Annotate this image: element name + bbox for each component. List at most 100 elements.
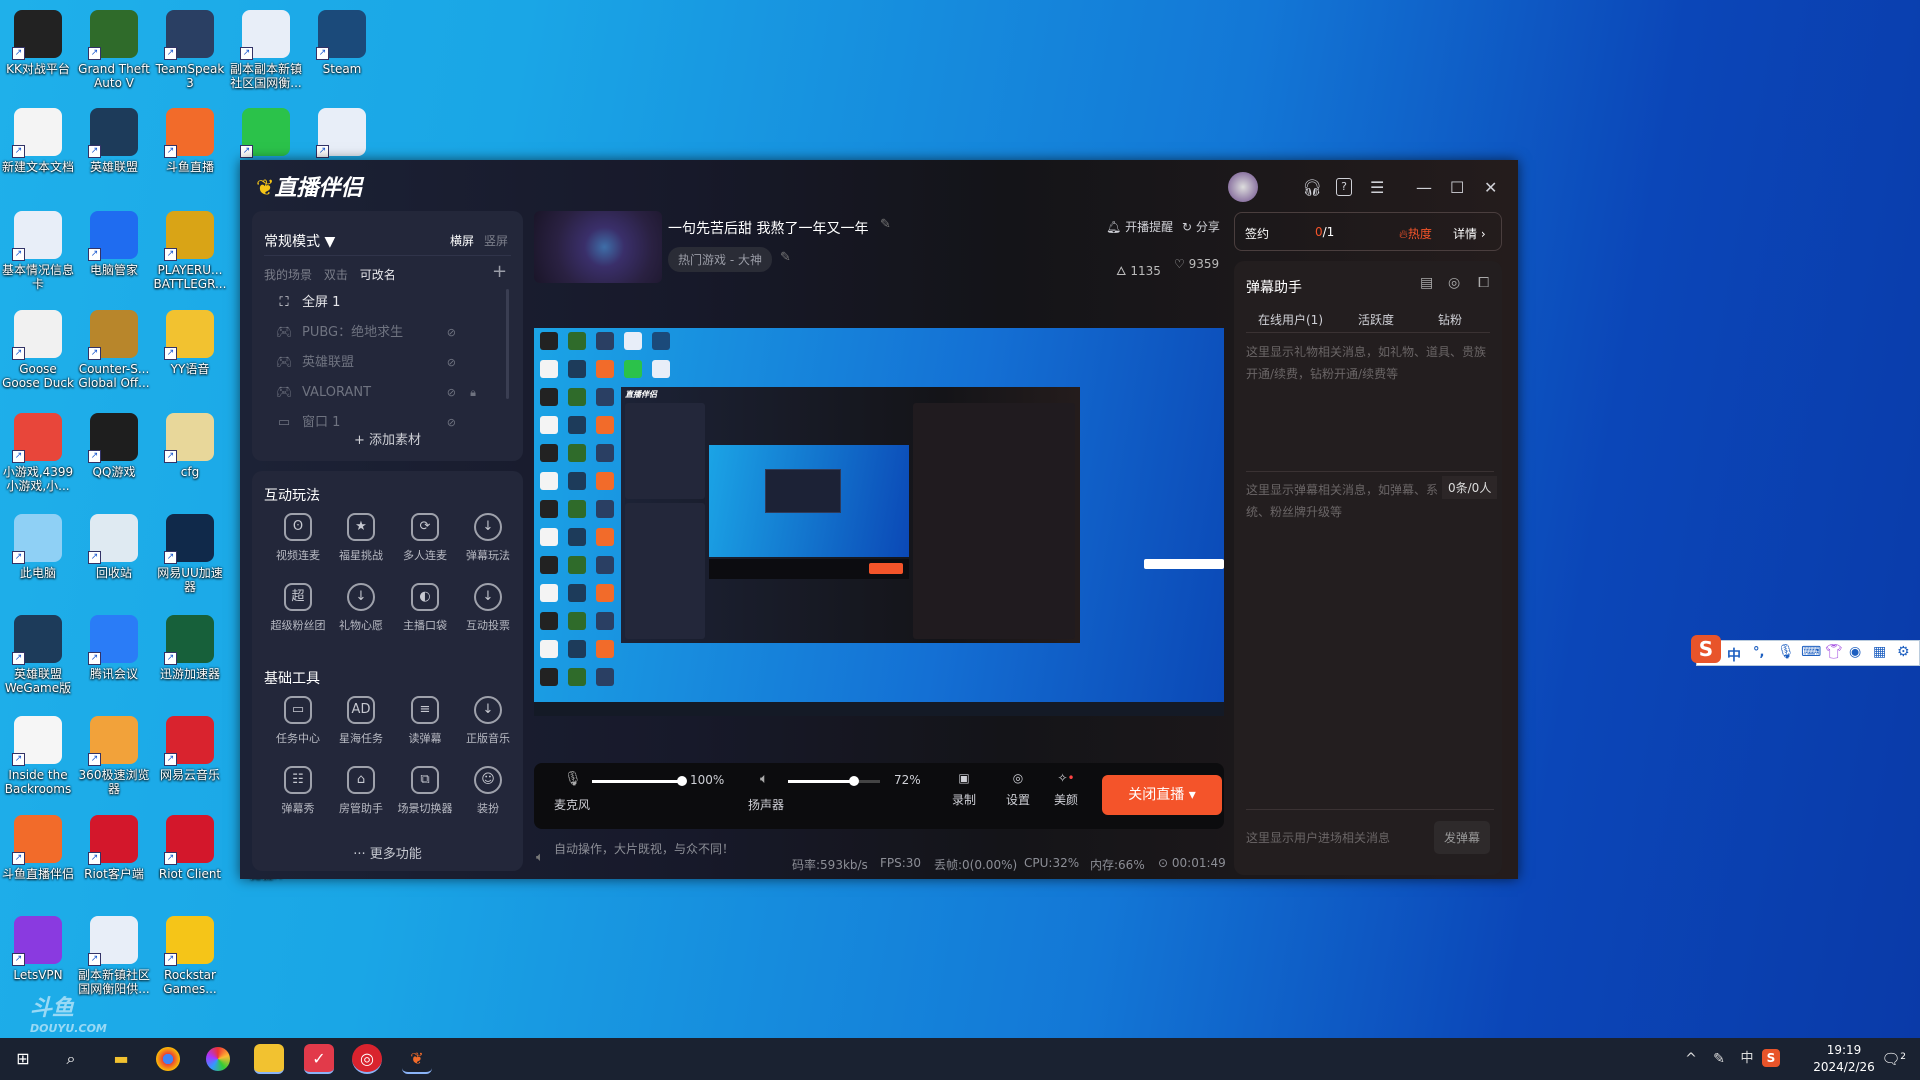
tool-sticker[interactable]: ☺ 装扮 bbox=[456, 766, 520, 816]
desktop-icon[interactable]: ↗ Steam bbox=[304, 10, 380, 76]
desktop-icon[interactable]: ↗ cfg bbox=[152, 413, 228, 479]
portrait-toggle[interactable]: 竖屏 bbox=[484, 232, 508, 249]
speaker-volume-slider[interactable] bbox=[788, 776, 880, 786]
list-icon[interactable]: ▤ bbox=[1420, 275, 1433, 291]
tool-task[interactable]: ▭ 任务中心 bbox=[266, 696, 330, 746]
share-button[interactable]: ↻ 分享 bbox=[1182, 218, 1220, 235]
desktop-icon[interactable]: ↗ bbox=[228, 108, 304, 160]
notification-center[interactable]: 🗨︎ 2 bbox=[1876, 1044, 1906, 1074]
tab-online-users[interactable]: 在线用户(1) bbox=[1258, 311, 1323, 328]
desktop-icon[interactable]: ↗ Inside the Backrooms bbox=[0, 716, 76, 796]
edit-title-icon[interactable]: ✎ bbox=[880, 217, 891, 232]
tool-switch[interactable]: ⧉ 场景切换器 bbox=[393, 766, 457, 816]
sogou-logo-icon[interactable]: S bbox=[1691, 635, 1721, 663]
tool-multi-mic[interactable]: ⟳ 多人连麦 bbox=[393, 513, 457, 563]
apps-icon[interactable]: ▦ bbox=[1873, 644, 1886, 660]
category-badge[interactable]: 热门游戏 - 大神 bbox=[668, 247, 772, 272]
tool-download[interactable]: ↓ 正版音乐 bbox=[456, 696, 520, 746]
file-explorer-taskbar[interactable]: ▬ bbox=[106, 1044, 136, 1074]
visibility-icon[interactable]: ⊘ bbox=[447, 321, 456, 345]
close-icon[interactable]: ✕ bbox=[1484, 178, 1497, 197]
scene-item[interactable]: 🎮︎ VALORANT ⊘ 🔒︎ bbox=[276, 381, 516, 405]
desktop-icon[interactable]: ↗ TeamSpeak 3 bbox=[152, 10, 228, 90]
lock-icon[interactable]: 🔒︎ bbox=[470, 381, 476, 405]
speaker-icon[interactable]: 🔈︎ bbox=[760, 771, 768, 787]
tool-mic-link[interactable]: ʘ 视频连麦 bbox=[266, 513, 330, 563]
tool-pocket[interactable]: ◐ 主播口袋 bbox=[393, 583, 457, 633]
skin-icon[interactable]: 👕︎ bbox=[1825, 644, 1843, 660]
tool-house[interactable]: ⌂ 房管助手 bbox=[329, 766, 393, 816]
scene-scrollbar[interactable] bbox=[506, 289, 509, 399]
avatar[interactable] bbox=[1228, 172, 1258, 202]
browser-360-taskbar[interactable] bbox=[206, 1047, 230, 1071]
desktop-icon[interactable]: ↗ 副本副本新镇社区国网衡... bbox=[228, 10, 304, 90]
desktop-icon[interactable]: ↗ QQ游戏 bbox=[76, 413, 152, 479]
tab-rename[interactable]: 可改名 bbox=[360, 268, 396, 282]
desktop-icon[interactable]: ↗ 网易UU加速器 bbox=[152, 514, 228, 594]
app-taskbar[interactable]: ✓ bbox=[304, 1044, 334, 1074]
desktop-icon[interactable]: ↗ 小游戏,4399小游戏,小... bbox=[0, 413, 76, 493]
desktop-icon[interactable]: ↗ LetsVPN bbox=[0, 916, 76, 982]
desktop-icon[interactable]: ↗ YY语音 bbox=[152, 310, 228, 376]
sign-box[interactable]: 签约 0/1 🔥︎热度 详情 › bbox=[1234, 212, 1502, 251]
tool-ad[interactable]: AD 星海任务 bbox=[329, 696, 393, 746]
tool-shield-star[interactable]: ★ 福星挑战 bbox=[329, 513, 393, 563]
desktop-icon[interactable]: ↗ KK对战平台 bbox=[0, 10, 76, 76]
popout-icon[interactable]: ⧠ bbox=[1478, 275, 1489, 291]
detail-link[interactable]: 详情 › bbox=[1453, 225, 1486, 242]
help-icon[interactable]: ? bbox=[1336, 178, 1352, 196]
stop-stream-button[interactable]: 关闭直播 ▾ bbox=[1102, 775, 1222, 815]
menu-icon[interactable]: ☰ bbox=[1370, 178, 1384, 197]
show-hidden-icons[interactable]: ^ bbox=[1676, 1044, 1706, 1074]
tool-tv[interactable]: ☷ 弹幕秀 bbox=[266, 766, 330, 816]
pen-icon[interactable]: ✎ bbox=[1704, 1044, 1734, 1074]
desktop-icon[interactable]: ↗ 此电脑 bbox=[0, 514, 76, 580]
remind-button[interactable]: 🔔︎ 开播提醒 bbox=[1106, 218, 1173, 235]
desktop-icon[interactable]: ↗ 腾讯会议 bbox=[76, 615, 152, 681]
sogou-tray-icon[interactable]: S bbox=[1762, 1049, 1780, 1067]
desktop-icon[interactable]: ↗ 迅游加速器 bbox=[152, 615, 228, 681]
search-button[interactable]: ⌕ bbox=[56, 1044, 86, 1074]
send-danmaku-button[interactable]: 发弹幕 bbox=[1434, 821, 1491, 854]
start-button[interactable]: ⊞ bbox=[8, 1044, 38, 1074]
desktop-icon[interactable]: ↗ Riot Client bbox=[152, 815, 228, 881]
desktop-icon[interactable]: ↗ 副本新镇社区国网衡阳供... bbox=[76, 916, 152, 996]
tab-my-scenes[interactable]: 我的场景 bbox=[264, 268, 312, 282]
scene-item[interactable]: ⛶ 全屏 1 bbox=[276, 291, 516, 315]
desktop-icon[interactable]: ↗ 斗鱼直播伴侣 bbox=[0, 815, 76, 881]
heat-link[interactable]: 🔥︎热度 bbox=[1399, 225, 1432, 242]
ime-punctuation[interactable]: °, bbox=[1753, 645, 1764, 660]
tool-read-danmaku[interactable]: ≡ 读弹幕 bbox=[393, 696, 457, 746]
desktop-icon[interactable]: ↗ PLAYERU... BATTLEGR... bbox=[152, 211, 228, 291]
desktop-icon[interactable]: ↗ 基本情况信息卡 bbox=[0, 211, 76, 291]
tab-activity[interactable]: 活跃度 bbox=[1358, 311, 1394, 328]
desktop-icon[interactable]: ↗ Goose Goose Duck bbox=[0, 310, 76, 390]
scene-item[interactable]: 🎮︎ PUBG：绝地求生 ⊘ bbox=[276, 321, 516, 345]
tab-diamond-fans[interactable]: 钻粉 bbox=[1438, 311, 1462, 328]
desktop-icon[interactable]: ↗ 斗鱼直播 bbox=[152, 108, 228, 174]
add-source-button[interactable]: + 添加素材 bbox=[252, 429, 523, 448]
add-scene-button[interactable]: + bbox=[492, 261, 507, 282]
douyu-companion-taskbar[interactable]: ❦ bbox=[402, 1044, 432, 1074]
tool-download[interactable]: ↓ 互动投票 bbox=[456, 583, 520, 633]
desktop-icon[interactable]: ↗ 英雄联盟WeGame版 bbox=[0, 615, 76, 695]
desktop-icon[interactable]: ↗ Grand Theft Auto V bbox=[76, 10, 152, 90]
desktop-icon[interactable]: ↗ 网易云音乐 bbox=[152, 716, 228, 782]
tool-download[interactable]: ↓ 礼物心愿 bbox=[329, 583, 393, 633]
desktop-icon[interactable]: ↗ Riot客户端 bbox=[76, 815, 152, 881]
record-button[interactable]: ▣ 录制 bbox=[952, 771, 976, 808]
headset-icon[interactable]: 🎧︎ bbox=[1302, 178, 1322, 197]
settings-button[interactable]: ◎ 设置 bbox=[1006, 771, 1030, 808]
keyboard-icon[interactable]: ⌨︎ bbox=[1801, 644, 1821, 660]
visibility-icon[interactable]: ⊘ bbox=[447, 381, 456, 405]
clock[interactable]: 19:19 2024/2/26 bbox=[1804, 1042, 1884, 1076]
input-language[interactable]: 中 bbox=[1732, 1044, 1762, 1074]
settings-icon[interactable]: ⚙︎ bbox=[1897, 644, 1910, 660]
desktop-icon[interactable]: ↗ 回收站 bbox=[76, 514, 152, 580]
tool-super-badge[interactable]: 超超级粉丝团 bbox=[266, 583, 330, 633]
maximize-icon[interactable]: ☐ bbox=[1450, 178, 1464, 197]
desktop-icon[interactable]: ↗ 新建文本文档 bbox=[0, 108, 76, 174]
desktop-icon[interactable]: ↗ 电脑管家 bbox=[76, 211, 152, 277]
chrome-taskbar[interactable] bbox=[156, 1047, 180, 1071]
visibility-icon[interactable]: ⊘ bbox=[447, 351, 456, 375]
